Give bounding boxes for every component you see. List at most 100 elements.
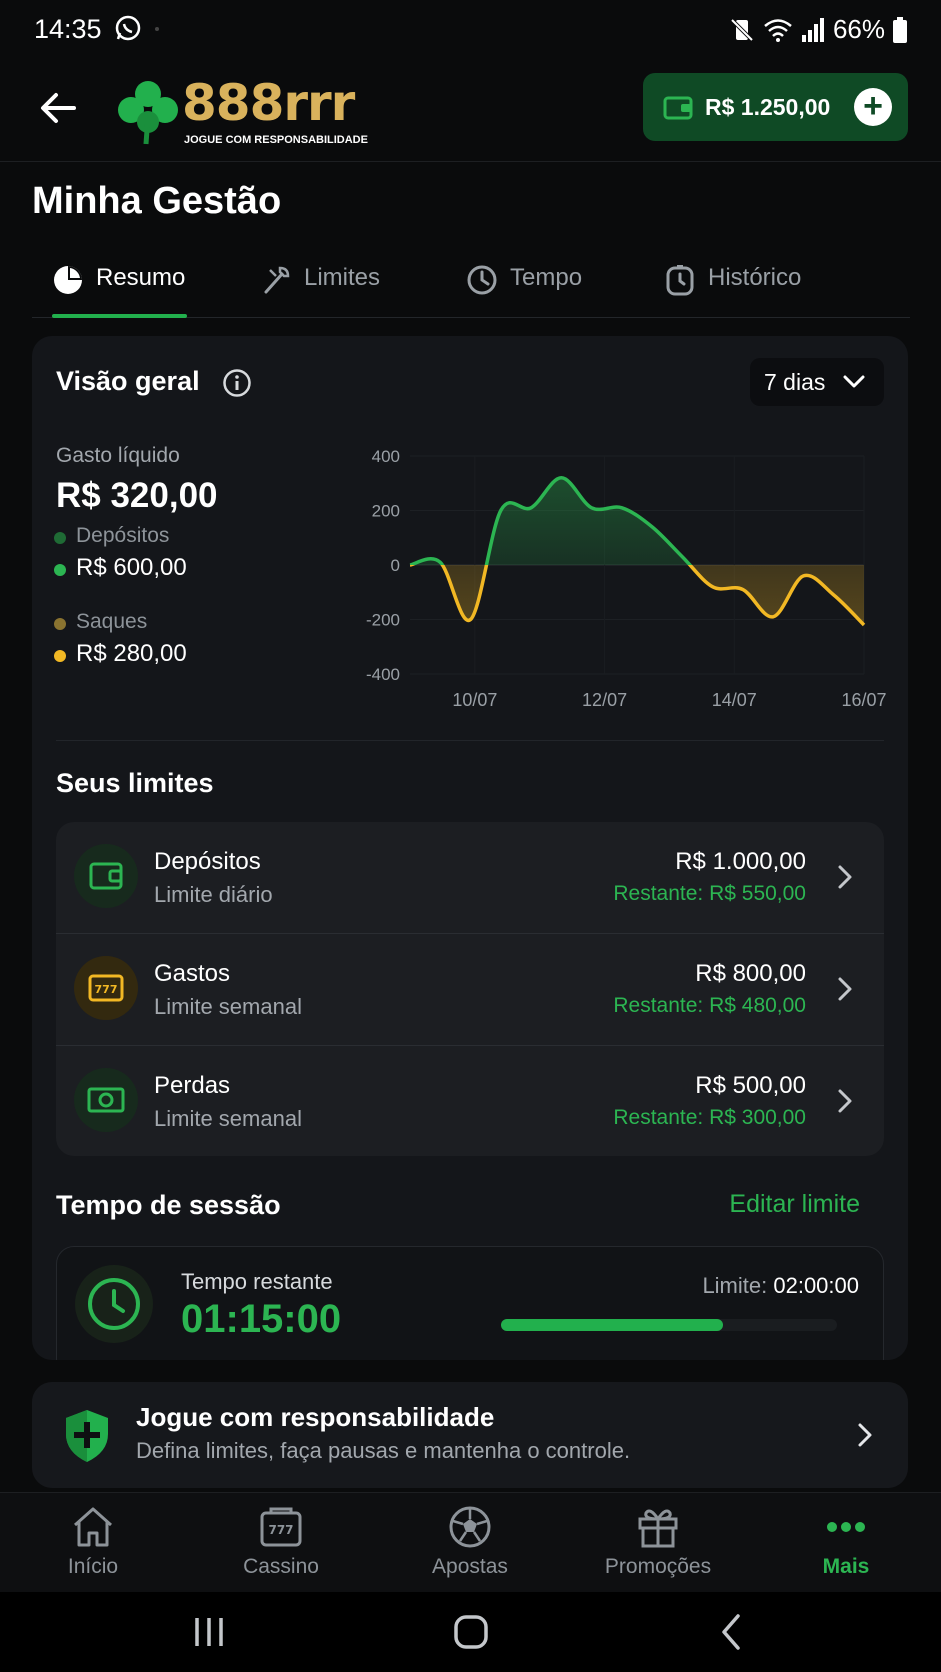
nav-promocoes[interactable]: Promoções [578, 1503, 738, 1589]
mute-icon [730, 18, 754, 41]
chart-y-tick-label: 200 [372, 502, 400, 521]
overview-card: Visão geral 7 dias Gasto líquido R$ 320,… [32, 336, 908, 1360]
nav-apostas-label: Apostas [432, 1555, 508, 1578]
chevron-right-icon [838, 977, 852, 1001]
tab-tempo-label: Tempo [510, 264, 583, 291]
chart-x-tick-label: 12/07 [582, 690, 627, 710]
slot-machine-icon: 777 [88, 974, 124, 1002]
wallet-balance-button[interactable]: R$ 1.250,00 + [643, 73, 908, 141]
limit-row-depositos[interactable]: Depósitos Limite diário R$ 1.000,00 Rest… [56, 822, 884, 933]
limits-list: Depósitos Limite diário R$ 1.000,00 Rest… [56, 822, 884, 1156]
notification-dot [155, 27, 159, 31]
limit-icon-bg [74, 1068, 138, 1132]
responsible-title: Jogue com responsabilidade [136, 1402, 495, 1432]
home-icon [74, 1507, 112, 1547]
session-title: Tempo de sessão [56, 1190, 281, 1220]
limit-period: Limite diário [154, 882, 273, 907]
tab-tempo[interactable]: Tempo [466, 264, 582, 318]
tools-icon [264, 266, 290, 294]
status-bar: 14:35 66% [0, 0, 941, 60]
tab-resumo-label: Resumo [96, 264, 186, 291]
limit-period: Limite semanal [154, 1106, 302, 1131]
responsible-gaming-banner[interactable]: Jogue com responsabilidade Defina limite… [32, 1382, 908, 1488]
page-title: Minha Gestão [32, 180, 282, 222]
bottom-nav: Início 777 Cassino Apostas Promoções Mai… [0, 1492, 941, 1592]
time-remaining-value: 01:15:00 [181, 1297, 342, 1341]
clock-icon [467, 265, 497, 295]
system-back-icon[interactable] [710, 1610, 754, 1654]
deposits-legend-dot-dim [54, 532, 66, 544]
nav-mais-label: Mais [822, 1555, 870, 1578]
limit-icon-bg: 777 [74, 956, 138, 1020]
limit-period: Limite semanal [154, 994, 302, 1019]
wallet-balance: R$ 1.250,00 [705, 93, 831, 120]
deposits-value: R$ 600,00 [76, 554, 187, 581]
nav-apostas[interactable]: Apostas [390, 1503, 550, 1589]
withdrawals-legend-dot [54, 650, 66, 662]
shield-icon [66, 1410, 108, 1462]
app-header: 888rrr JOGUE COM RESPONSABILIDADE R$ 1.2… [0, 62, 941, 162]
battery-percent: 66% [832, 14, 885, 44]
nav-cassino[interactable]: 777 Cassino [201, 1503, 361, 1589]
more-dots-icon [827, 1522, 865, 1532]
home-button-icon[interactable] [449, 1610, 493, 1654]
withdrawals-value: R$ 280,00 [76, 640, 187, 667]
limit-row-perdas[interactable]: Perdas Limite semanal R$ 500,00 Restante… [56, 1046, 884, 1156]
range-select-value: 7 dias [764, 368, 826, 395]
limit-icon-bg [74, 844, 138, 908]
nav-inicio[interactable]: Início [13, 1503, 173, 1589]
range-select[interactable]: 7 dias [750, 358, 884, 406]
gift-icon [638, 1509, 678, 1548]
session-progress-track [501, 1319, 837, 1331]
net-spend-value: R$ 320,00 [56, 476, 218, 515]
whatsapp-icon [115, 15, 141, 41]
time-remaining-label: Tempo restante [181, 1269, 333, 1294]
limit-remaining: Restante: R$ 480,00 [613, 994, 806, 1017]
session-box: Tempo restante 01:15:00 Limite: 02:00:00 [56, 1246, 884, 1360]
add-funds-icon[interactable]: + [854, 88, 892, 126]
tab-limites[interactable]: Limites [262, 264, 380, 318]
deposits-legend-dot [54, 564, 66, 576]
recent-apps-icon[interactable] [187, 1610, 231, 1654]
session-limit-value: 02:00:00 [773, 1273, 859, 1298]
tab-bar: Resumo Limites Tempo Histórico [32, 250, 910, 318]
chart-y-tick-label: 400 [372, 447, 400, 466]
nav-promocoes-label: Promoções [604, 1555, 712, 1578]
chevron-right-icon [858, 1423, 872, 1447]
clover-icon [118, 81, 178, 145]
limit-remaining: Restante: R$ 550,00 [613, 882, 806, 905]
session-progress-fill [501, 1319, 723, 1331]
limit-name: Perdas [154, 1072, 231, 1099]
tab-resumo[interactable]: Resumo [52, 264, 185, 318]
session-icon-bg [75, 1265, 153, 1343]
withdrawals-legend-dot-dim [54, 618, 66, 630]
nav-inicio-label: Início [67, 1555, 119, 1578]
edit-limit-link[interactable]: Editar limite [729, 1190, 860, 1219]
wifi-icon [764, 18, 792, 42]
back-arrow-icon[interactable] [36, 86, 80, 130]
brand-name: 888rrr [182, 74, 355, 132]
tab-limites-label: Limites [304, 264, 381, 291]
info-icon[interactable] [222, 368, 252, 398]
chart-y-tick-label: -200 [366, 611, 400, 630]
clock-icon [88, 1278, 140, 1330]
brand-logo[interactable]: 888rrr JOGUE COM RESPONSABILIDADE [116, 72, 376, 152]
nav-mais[interactable]: Mais [766, 1503, 926, 1589]
svg-text:777: 777 [268, 1523, 293, 1537]
limit-name: Depósitos [154, 848, 261, 875]
tab-historico-label: Histórico [708, 264, 802, 291]
active-tab-indicator [52, 314, 187, 318]
chevron-down-icon [843, 375, 865, 388]
soccer-ball-icon [449, 1506, 491, 1548]
chart-x-tick-label: 14/07 [712, 690, 757, 710]
wallet-icon [663, 96, 693, 120]
chevron-right-icon [838, 865, 852, 889]
section-divider [56, 740, 884, 741]
svg-text:777: 777 [95, 983, 118, 996]
limit-row-gastos[interactable]: 777 Gastos Limite semanal R$ 800,00 Rest… [56, 934, 884, 1045]
tab-historico[interactable]: Histórico [664, 264, 801, 318]
responsible-subtitle: Defina limites, faça pausas e mantenha o… [136, 1438, 631, 1463]
chart-x-tick-label: 10/07 [452, 690, 497, 710]
limit-remaining: Restante: R$ 300,00 [613, 1106, 806, 1129]
limit-amount: R$ 800,00 [695, 960, 806, 987]
